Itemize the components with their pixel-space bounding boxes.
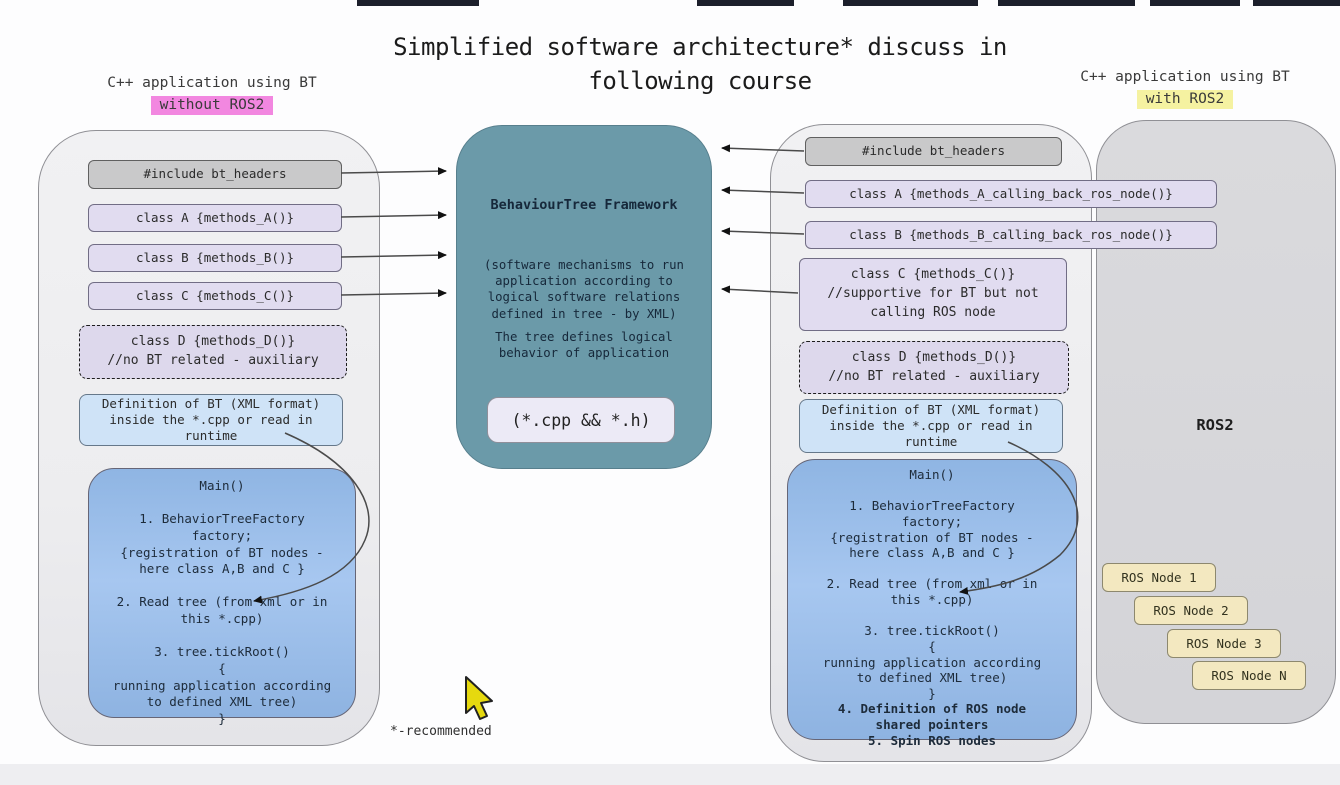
framework-title: BehaviourTree Framework [457,197,711,213]
framework-description: (software mechanisms to run application … [457,257,711,322]
right-class-a-box: class A {methods_A_calling_back_ros_node… [805,180,1217,208]
left-column-header: C++ application using BT without ROS2 [50,72,374,117]
right-header-line: C++ application using BT [1030,66,1340,88]
ros-node-1-box: ROS Node 1 [1102,563,1216,592]
behaviourtree-framework-box: BehaviourTree Framework (software mechan… [456,125,712,469]
mouse-cursor-icon [466,677,492,719]
top-edge-fragment [357,0,479,6]
without-ros2-highlight: without ROS2 [151,96,274,115]
top-edge-fragment [843,0,978,6]
left-bt-definition-box: Definition of BT (XML format) inside the… [79,394,343,446]
top-edge-fragment [998,0,1135,6]
left-header-line: C++ application using BT [50,72,374,94]
right-column-header: C++ application using BT with ROS2 [1030,66,1340,111]
diagram-canvas: Simplified software architecture* discus… [0,0,1340,785]
right-class-c-box: class C {methods_C()} //supportive for B… [799,258,1067,331]
left-class-b-box: class B {methods_B()} [88,244,342,272]
bottom-strip [0,764,1340,785]
left-class-c-box: class C {methods_C()} [88,282,342,310]
with-ros2-highlight: with ROS2 [1137,90,1234,109]
top-edge-fragment [1253,0,1340,6]
left-class-a-box: class A {methods_A()} [88,204,342,232]
top-edge-fragment [1150,0,1240,6]
ros-node-3-box: ROS Node 3 [1167,629,1281,658]
top-edge-fragment [697,0,794,6]
right-bt-definition-box: Definition of BT (XML format) inside the… [799,399,1063,453]
right-class-b-box: class B {methods_B_calling_back_ros_node… [805,221,1217,249]
recommended-footnote: *-recommended [390,724,550,739]
ros-node-n-box: ROS Node N [1192,661,1306,690]
left-include-box: #include bt_headers [88,160,342,189]
framework-tree-note: The tree defines logical behavior of app… [457,329,711,361]
right-class-d-box: class D {methods_D()} //no BT related - … [799,341,1069,394]
left-class-d-box: class D {methods_D()} //no BT related - … [79,325,347,379]
left-main-box: Main() 1. BehaviorTreeFactory factory; {… [88,468,356,718]
framework-files-box: (*.cpp && *.h) [487,397,675,443]
right-main-ros-steps: 4. Definition of ROS node shared pointer… [838,701,1026,748]
right-main-box: Main() 1. BehaviorTreeFactory factory; {… [787,459,1077,740]
ros-node-2-box: ROS Node 2 [1134,596,1248,625]
diagram-title: Simplified software architecture* discus… [300,30,1100,98]
ros2-label: ROS2 [1096,416,1334,434]
right-include-box: #include bt_headers [805,137,1062,166]
right-main-body: Main() 1. BehaviorTreeFactory factory; {… [823,467,1041,701]
